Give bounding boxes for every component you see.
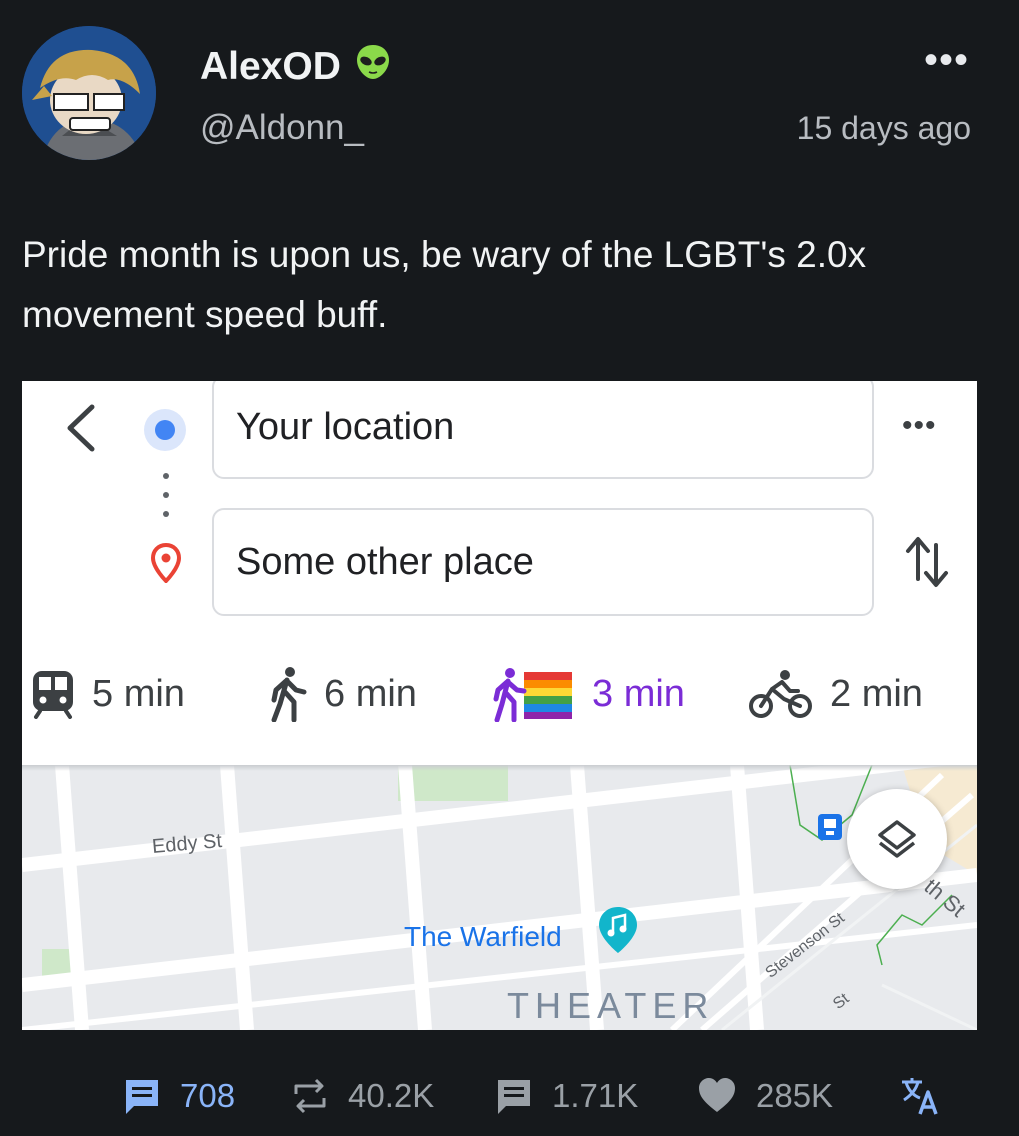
repost-count: 40.2K: [348, 1077, 435, 1114]
quote-button[interactable]: 1.71K: [494, 1066, 638, 1126]
origin-location-icon: [144, 409, 186, 451]
mode-pride-walk-time: 3 min: [592, 672, 685, 715]
destination-pin-icon: [150, 543, 182, 583]
author-handle[interactable]: @Aldonn_: [200, 108, 364, 148]
author-name-text: AlexOD: [200, 45, 341, 88]
comment-icon: [126, 1080, 158, 1114]
post-text: Pride month is upon us, be wary of the L…: [22, 234, 867, 335]
author-name[interactable]: AlexOD: [200, 42, 393, 92]
venue-pin-icon: [597, 905, 639, 960]
venue-type-label: THEATER: [507, 985, 715, 1026]
like-count: 285K: [756, 1077, 834, 1114]
pride-walk-icon: [493, 668, 572, 722]
mode-transit: 5 min: [30, 659, 185, 729]
mode-bike: 2 min: [748, 659, 923, 729]
map-divider: [22, 765, 977, 771]
mode-bike-time: 2 min: [830, 672, 923, 715]
origin-input[interactable]: Your location: [212, 381, 874, 479]
post-timestamp: 15 days ago: [796, 110, 971, 146]
destination-input[interactable]: Some other place: [212, 508, 874, 616]
walk-icon: [271, 667, 307, 722]
mode-transit-time: 5 min: [92, 672, 185, 715]
post-image[interactable]: Your location Some other place ••• 5 min…: [22, 381, 977, 1030]
venue-label: The Warfield: [404, 921, 562, 952]
travel-modes: 5 min 6 min 3 min 2 min: [22, 659, 977, 729]
more-options-icon[interactable]: •••: [924, 40, 969, 80]
mode-walk: 6 min: [268, 659, 417, 729]
transit-station-icon: [817, 813, 843, 846]
reply-button[interactable]: 708: [122, 1066, 235, 1126]
heart-icon: [699, 1078, 735, 1112]
quote-count: 1.71K: [552, 1077, 639, 1114]
swap-icon: [906, 537, 948, 587]
bike-icon: [749, 670, 812, 718]
layers-icon: [878, 820, 916, 858]
reply-count: 708: [180, 1077, 236, 1114]
map-view[interactable]: Eddy St The Warfield THEATER Stevenson S…: [22, 765, 977, 1030]
transit-icon: [33, 671, 73, 719]
translate-button[interactable]: [900, 1066, 958, 1126]
translate-icon: [902, 1078, 938, 1115]
avatar[interactable]: [22, 26, 156, 160]
repost-button[interactable]: 40.2K: [290, 1066, 434, 1126]
map-roads: [22, 765, 977, 1030]
back-arrow-icon: [67, 404, 95, 452]
like-button[interactable]: 285K: [696, 1066, 833, 1126]
post-actions: 708 40.2K 1.71K 285K: [0, 1066, 1019, 1126]
mode-pride-walk: 3 min: [492, 659, 685, 729]
repost-icon: [294, 1078, 326, 1114]
quote-icon: [498, 1080, 530, 1114]
map-layers-button[interactable]: [847, 789, 947, 889]
mode-walk-time: 6 min: [324, 672, 417, 715]
alien-emoji-icon: [353, 42, 393, 92]
route-dots-icon: [163, 473, 169, 517]
directions-menu-icon: •••: [902, 409, 937, 442]
